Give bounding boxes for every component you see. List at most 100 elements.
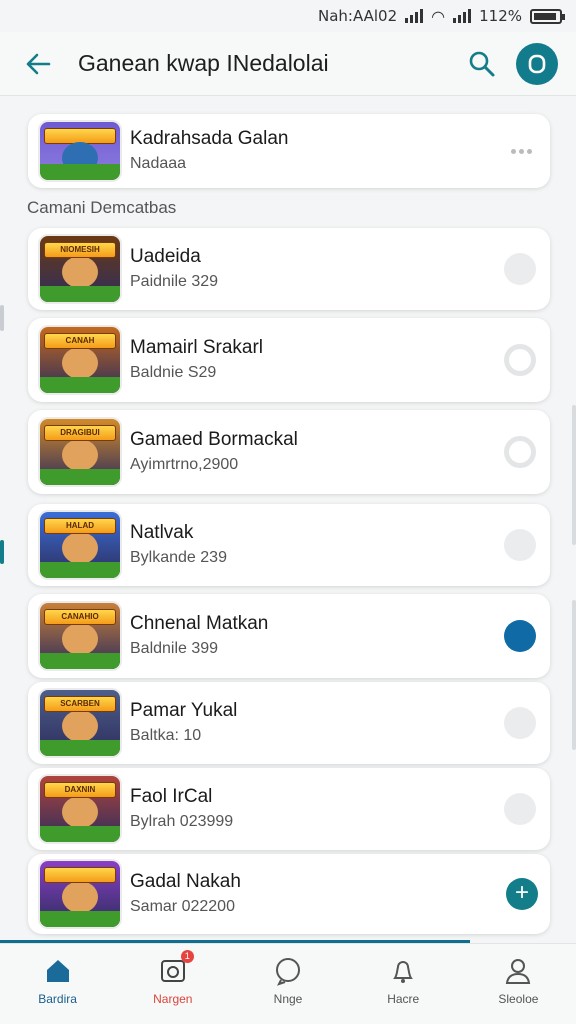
- chat-icon: [273, 956, 303, 986]
- thumbnail-ground: [40, 653, 120, 669]
- game-card[interactable]: Gadal Nakah Samar 022200 +: [28, 854, 550, 934]
- nav-item-chat[interactable]: Nnge: [230, 944, 345, 1024]
- game-thumbnail: NIOMESIH: [40, 236, 120, 302]
- section-label: Camani Demcatbas: [27, 198, 177, 217]
- thumbnail-ground: [40, 826, 120, 842]
- game-text: Faol IrCal Bylrah 023999: [130, 785, 550, 833]
- select-radio-selected[interactable]: [504, 620, 536, 652]
- thumbnail-banner: [44, 867, 116, 883]
- game-card[interactable]: HALAD Natlvak Bylkande 239: [28, 504, 550, 586]
- thumbnail-banner: NIOMESIH: [44, 242, 116, 258]
- thumbnail-character: [62, 256, 98, 288]
- thumbnail-character: [62, 347, 98, 379]
- select-radio[interactable]: [504, 793, 536, 825]
- game-thumbnail: [40, 122, 120, 180]
- battery-icon: [530, 8, 565, 24]
- game-subtitle: Paidnile 329: [130, 273, 219, 290]
- game-card[interactable]: CANAHIO Chnenal Matkan Baldnile 399: [28, 594, 550, 678]
- game-subtitle: Baltka: 10: [130, 727, 202, 744]
- scrollbar-track: [572, 600, 576, 750]
- game-card[interactable]: DRAGIBUI Gamaed Bormackal Ayimrtrno,2900: [28, 410, 550, 494]
- game-text: Natlvak Bylkande 239: [130, 521, 550, 569]
- game-thumbnail: DRAGIBUI: [40, 419, 120, 485]
- game-thumbnail: DAXNIN: [40, 776, 120, 842]
- add-game-button[interactable]: +: [506, 878, 538, 910]
- game-list-area: Kadrahsada Galan Nadaaa Camani Demcatbas…: [0, 100, 576, 942]
- thumbnail-banner: CANAH: [44, 333, 116, 349]
- thumbnail-character: [62, 881, 98, 913]
- game-text: Uadeida Paidnile 329: [130, 245, 550, 293]
- game-subtitle: Ayimrtrno,2900: [130, 456, 239, 473]
- nav-label-profile: Sleoloe: [498, 992, 539, 1006]
- game-title: Natlvak: [130, 522, 194, 543]
- select-radio[interactable]: [504, 436, 536, 468]
- select-radio[interactable]: [504, 253, 536, 285]
- nav-item-profile[interactable]: Sleoloe: [461, 944, 576, 1024]
- game-card[interactable]: DAXNIN Faol IrCal Bylrah 023999: [28, 768, 550, 850]
- edge-handle-left-active: [0, 540, 4, 564]
- game-subtitle: Samar 022200: [130, 898, 235, 915]
- select-radio[interactable]: [504, 344, 536, 376]
- thumbnail-banner: DAXNIN: [44, 782, 116, 798]
- thumbnail-ground: [40, 562, 120, 578]
- game-title: Gadal Nakah: [130, 871, 241, 892]
- battery-percent: 112%: [479, 7, 522, 25]
- thumbnail-banner: HALAD: [44, 518, 116, 534]
- thumbnail-character: [62, 623, 98, 655]
- signal-icon: [405, 9, 424, 23]
- nav-item-notifications[interactable]: Hacre: [346, 944, 461, 1024]
- game-card[interactable]: CANAH Mamairl Srakarl Baldnie S29: [28, 318, 550, 402]
- game-text: Pamar Yukal Baltka: 10: [130, 699, 550, 747]
- more-options-button[interactable]: [506, 141, 536, 161]
- thumbnail-ground: [40, 286, 120, 302]
- thumbnail-ground: [40, 164, 120, 180]
- game-text: Mamairl Srakarl Baldnie S29: [130, 336, 550, 384]
- game-thumbnail: CANAHIO: [40, 603, 120, 669]
- nav-label-home: Bardira: [38, 992, 77, 1006]
- featured-game-card[interactable]: Kadrahsada Galan Nadaaa: [28, 114, 550, 188]
- nav-label-chat: Nnge: [273, 992, 303, 1006]
- game-card[interactable]: SCARBEN Pamar Yukal Baltka: 10: [28, 682, 550, 764]
- back-button[interactable]: [18, 44, 58, 84]
- game-text: Chnenal Matkan Baldnile 399: [130, 612, 550, 660]
- thumbnail-banner: DRAGIBUI: [44, 425, 116, 441]
- thumbnail-ground: [40, 377, 120, 393]
- wifi-icon: ◠: [431, 6, 446, 26]
- thumbnail-character: [62, 710, 98, 742]
- select-radio[interactable]: [504, 707, 536, 739]
- game-title: Mamairl Srakarl: [130, 337, 264, 358]
- nav-item-store[interactable]: 1 Nargen: [115, 944, 230, 1024]
- featured-subtitle: Nadaaa: [130, 155, 187, 172]
- user-icon: [503, 956, 533, 986]
- app-header: Ganean kwap INedalolai: [0, 32, 576, 96]
- back-arrow-icon: [26, 53, 51, 74]
- thumbnail-character: [62, 796, 98, 828]
- profile-icon: [528, 54, 546, 73]
- scrollbar[interactable]: [572, 405, 576, 545]
- notification-badge: 1: [180, 950, 194, 963]
- home-icon: [43, 956, 73, 986]
- thumbnail-character: [62, 532, 98, 564]
- status-text: Nah:AAl02: [317, 7, 398, 25]
- thumbnail-banner: CANAHIO: [44, 609, 116, 625]
- page-title: Ganean kwap INedalolai: [78, 50, 329, 76]
- game-thumbnail: [40, 861, 120, 927]
- game-subtitle: Bylrah 023999: [130, 813, 234, 830]
- bell-icon: [388, 956, 418, 986]
- search-icon: [469, 51, 495, 76]
- game-thumbnail: HALAD: [40, 512, 120, 578]
- profile-button[interactable]: [516, 42, 558, 85]
- thumbnail-character: [62, 439, 98, 471]
- game-text: Gamaed Bormackal Ayimrtrno,2900: [130, 428, 550, 476]
- game-title: Uadeida: [130, 246, 201, 267]
- game-title: Pamar Yukal: [130, 700, 238, 721]
- select-radio[interactable]: [504, 529, 536, 561]
- game-thumbnail: SCARBEN: [40, 690, 120, 756]
- nav-item-home[interactable]: Bardira: [0, 944, 115, 1024]
- store-icon: 1: [158, 950, 194, 986]
- bottom-nav: Bardira 1 Nargen Nnge Hacre Sleoloe: [0, 943, 576, 1024]
- game-card[interactable]: NIOMESIH Uadeida Paidnile 329: [28, 228, 550, 310]
- signal-icon-2: [453, 9, 472, 23]
- featured-title: Kadrahsada Galan: [130, 128, 289, 149]
- search-button[interactable]: [460, 42, 504, 86]
